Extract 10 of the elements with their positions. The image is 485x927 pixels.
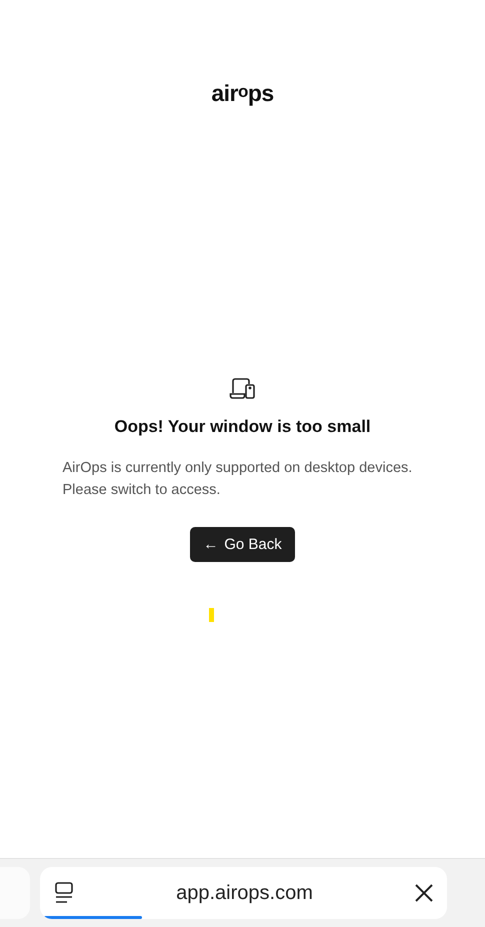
logo: air$^{o}$ps — [211, 80, 274, 107]
address-bar[interactable]: app.airops.com — [40, 867, 447, 919]
cursor-mark — [209, 608, 214, 622]
error-title: Oops! Your window is too small — [114, 417, 371, 437]
go-back-button[interactable]: ← Go Back — [190, 527, 295, 562]
url-text: app.airops.com — [175, 882, 314, 904]
close-icon[interactable] — [415, 884, 433, 902]
reader-icon[interactable] — [54, 882, 74, 904]
error-message: AirOps is currently only supported on desktop devices. Please switch to access. — [62, 459, 414, 500]
laptop-phone-icon — [228, 377, 256, 401]
